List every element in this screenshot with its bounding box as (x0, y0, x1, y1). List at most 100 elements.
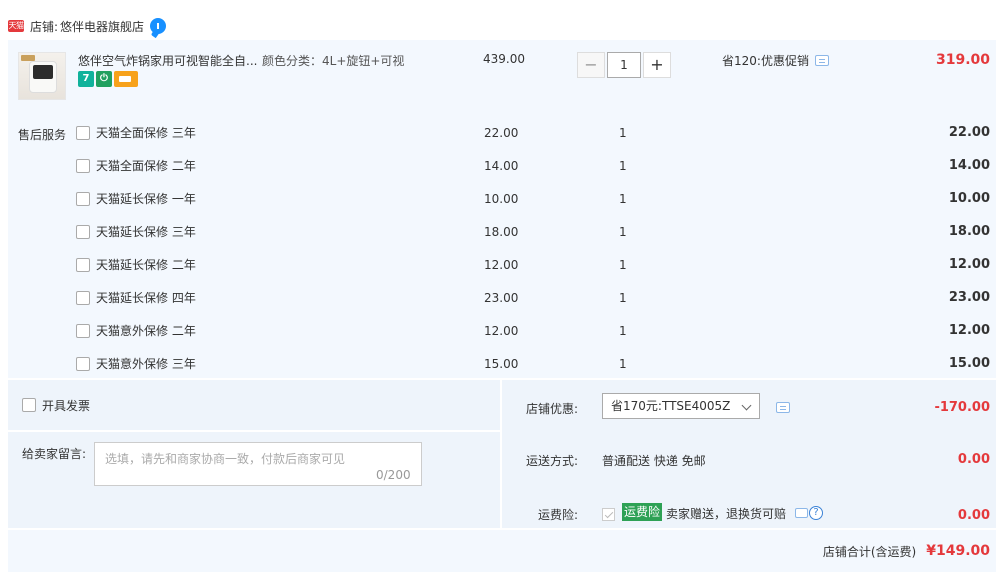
quantity-stepper: − 1 + (577, 52, 671, 78)
service-qty: 1 (619, 224, 627, 239)
after-sales-label: 售后服务 (18, 128, 67, 142)
service-price: 10.00 (484, 191, 519, 206)
service-checkbox[interactable] (76, 356, 90, 371)
message-label: 给卖家留言: (22, 447, 87, 461)
service-price: 18.00 (484, 224, 519, 239)
shipping-row: 运送方式: 普通配送 快递 免邮 0.00 (502, 432, 996, 482)
coupon-select[interactable]: 省170元:TTSE4005Z (602, 393, 760, 419)
shipping-method: 普通配送 快递 免邮 (602, 454, 706, 468)
order-summary-panel: 店铺优惠: 省170元:TTSE4005Z -170.00 运送方式: 普通配送… (502, 380, 996, 528)
message-counter: 0/200 (376, 468, 411, 482)
service-qty: 1 (619, 191, 627, 206)
service-name: 天猫延长保修 四年 (96, 291, 196, 305)
store-label: 店铺: (30, 19, 59, 34)
decrease-quantity-button[interactable]: − (577, 52, 605, 78)
service-subtotal: 14.00 (948, 158, 990, 173)
help-icon[interactable]: ? (809, 506, 823, 520)
service-price: 15.00 (484, 356, 519, 371)
card-icon (114, 71, 138, 87)
message-section: 给卖家留言: 选填，请先和商家协商一致，付款后商家可见 0/200 (8, 432, 500, 528)
service-row: 天猫意外保修 二年 12.00 1 12.00 (76, 314, 996, 347)
invoice-section: 开具发票 (8, 380, 500, 430)
chevron-down-icon (741, 400, 752, 411)
message-input[interactable]: 选填，请先和商家协商一致，付款后商家可见 (94, 442, 422, 486)
service-name: 天猫延长保修 三年 (96, 225, 196, 239)
insurance-tag: 运费险 (622, 503, 663, 521)
insurance-amount: 0.00 (957, 508, 990, 523)
invoice-checkbox[interactable] (22, 398, 36, 412)
service-checkbox[interactable] (76, 257, 90, 272)
product-badges: 7 ⏻ (78, 71, 138, 87)
service-row: 天猫全面保修 三年 22.00 1 22.00 (76, 116, 996, 149)
service-subtotal: 12.00 (948, 257, 990, 272)
quantity-input[interactable]: 1 (607, 52, 641, 78)
store-total-amount: ¥149.00 (926, 543, 990, 559)
service-checkbox[interactable] (76, 224, 90, 239)
service-price: 12.00 (484, 257, 519, 272)
order-page: 天猫 店铺: 悠伴电器旗舰店 悠伴空气炸锅家用可视智能全自... 颜色分类：4L… (0, 0, 1004, 572)
service-subtotal: 22.00 (948, 125, 990, 140)
service-row: 天猫延长保修 三年 18.00 1 18.00 (76, 215, 996, 248)
service-name: 天猫意外保修 二年 (96, 324, 196, 338)
store-discount-row: 店铺优惠: 省170元:TTSE4005Z -170.00 (502, 380, 996, 430)
service-row: 天猫延长保修 一年 10.00 1 10.00 (76, 182, 996, 215)
store-total-bar: 店铺合计(含运费) ¥149.00 (8, 530, 996, 572)
coupon-info-icon[interactable] (776, 402, 790, 413)
promotion-text: 省120:优惠促销 (722, 54, 809, 68)
service-name: 天猫意外保修 三年 (96, 357, 196, 371)
promotion-info: 省120:优惠促销 (722, 52, 829, 69)
service-checkbox[interactable] (76, 191, 90, 206)
service-name: 天猫延长保修 二年 (96, 258, 196, 272)
product-sku: 颜色分类：4L+旋钮+可视 (262, 54, 405, 68)
service-qty: 1 (619, 356, 627, 371)
increase-quantity-button[interactable]: + (643, 52, 671, 78)
plug-icon: ⏻ (96, 71, 112, 87)
contact-seller-icon[interactable] (150, 18, 167, 34)
shipping-amount: 0.00 (957, 452, 990, 467)
service-qty: 1 (619, 158, 627, 173)
service-checkbox[interactable] (76, 290, 90, 305)
store-discount-value: -170.00 (934, 400, 990, 415)
service-subtotal: 18.00 (948, 224, 990, 239)
insurance-checkbox[interactable] (602, 508, 615, 521)
product-title-link[interactable]: 悠伴空气炸锅家用可视智能全自... (78, 52, 258, 69)
service-qty: 1 (619, 323, 627, 338)
seven-day-return-icon: 7 (78, 71, 94, 87)
service-qty: 1 (619, 290, 627, 305)
service-price: 12.00 (484, 323, 519, 338)
service-name: 天猫全面保修 二年 (96, 159, 196, 173)
service-qty: 1 (619, 125, 627, 140)
service-row: 天猫全面保修 二年 14.00 1 14.00 (76, 149, 996, 182)
service-subtotal: 23.00 (948, 290, 990, 305)
store-header: 天猫 店铺: 悠伴电器旗舰店 (0, 12, 1004, 40)
store-total-label: 店铺合计(含运费) (822, 544, 917, 559)
service-subtotal: 10.00 (948, 191, 990, 206)
service-name: 天猫全面保修 三年 (96, 126, 196, 140)
unit-price: 439.00 (483, 52, 525, 66)
service-checkbox[interactable] (76, 323, 90, 338)
product-image[interactable] (18, 52, 66, 100)
service-subtotal: 12.00 (948, 323, 990, 338)
insurance-label: 运费险: (537, 508, 578, 522)
service-qty: 1 (619, 257, 627, 272)
order-item-panel: 悠伴空气炸锅家用可视智能全自... 颜色分类：4L+旋钮+可视 7 ⏻ 439.… (8, 40, 996, 378)
store-name-link[interactable]: 悠伴电器旗舰店 (60, 18, 144, 35)
insurance-row: 运费险: 运费险 卖家赠送，退换货可赔 ? 0.00 (502, 484, 996, 534)
service-price: 23.00 (484, 290, 519, 305)
service-price: 14.00 (484, 158, 519, 173)
service-row: 天猫延长保修 二年 12.00 1 12.00 (76, 248, 996, 281)
service-checkbox[interactable] (76, 158, 90, 173)
coupon-selected-value: 省170元:TTSE4005Z (611, 399, 731, 413)
service-row: 天猫延长保修 四年 23.00 1 23.00 (76, 281, 996, 314)
insurance-description: 卖家赠送，退换货可赔 (666, 507, 787, 521)
service-subtotal: 15.00 (948, 356, 990, 371)
item-total-price: 319.00 (935, 52, 990, 68)
tmall-logo: 天猫 (8, 20, 24, 32)
service-row: 天猫意外保修 三年 15.00 1 15.00 (76, 347, 996, 380)
promotion-detail-icon[interactable] (814, 55, 829, 66)
service-price: 22.00 (484, 125, 519, 140)
store-discount-label: 店铺优惠: (525, 402, 578, 416)
service-checkbox[interactable] (76, 125, 90, 140)
insurance-chat-icon[interactable] (795, 508, 808, 518)
service-name: 天猫延长保修 一年 (96, 192, 196, 206)
